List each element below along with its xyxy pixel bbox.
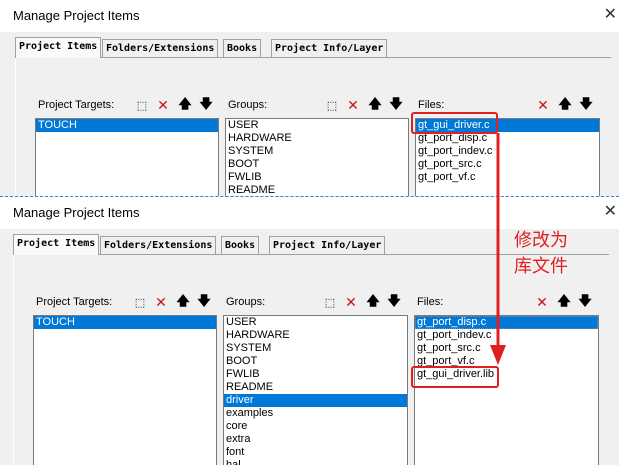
top-targets-header: Project Targets: ⬚ ✕ 🡅 🡇 [35, 95, 219, 117]
list-item[interactable]: core [224, 420, 407, 433]
bottom-targets-list[interactable]: TOUCH [33, 315, 217, 465]
list-item[interactable]: README [226, 184, 408, 196]
list-item[interactable]: SYSTEM [224, 342, 407, 355]
move-down-icon[interactable]: 🡇 [196, 96, 216, 115]
bottom-groups-list[interactable]: USER HARDWARE SYSTEM BOOT FWLIB README d… [223, 315, 408, 465]
new-icon[interactable]: ⬚ [130, 293, 150, 312]
top-dialog-title: Manage Project Items [13, 8, 140, 23]
list-item[interactable]: BOOT [226, 158, 408, 171]
top-title-bar: Manage Project Items ✕ [0, 0, 619, 32]
list-item[interactable]: font [224, 446, 407, 459]
delete-icon[interactable]: ✕ [341, 293, 361, 312]
bottom-targets-label: Project Targets: [36, 296, 113, 308]
list-item[interactable]: driver [224, 394, 407, 407]
delete-icon[interactable]: ✕ [153, 96, 173, 115]
list-item[interactable]: USER [226, 119, 408, 132]
move-down-icon[interactable]: 🡇 [384, 293, 404, 312]
new-icon[interactable]: ⬚ [320, 293, 340, 312]
move-down-icon[interactable]: 🡇 [575, 293, 595, 312]
move-down-icon[interactable]: 🡇 [386, 96, 406, 115]
bottom-title-bar: Manage Project Items ✕ [0, 197, 619, 229]
top-dialog: Manage Project Items ✕ Project Items Fol… [0, 0, 619, 197]
move-down-icon[interactable]: 🡇 [576, 96, 596, 115]
top-targets-label: Project Targets: [38, 99, 115, 111]
list-item[interactable]: hal [224, 459, 407, 465]
close-icon[interactable]: ✕ [604, 4, 617, 24]
bottom-groups-header: Groups: ⬚ ✕ 🡅 🡇 [223, 292, 408, 314]
move-up-icon[interactable]: 🡅 [554, 293, 574, 312]
annotation-text: 修改为 库文件 [514, 228, 568, 280]
tab-folders-extensions[interactable]: Folders/Extensions [100, 236, 217, 254]
highlight-box-old-file [411, 112, 498, 134]
red-arrow-icon [490, 133, 506, 365]
bottom-files-label: Files: [417, 296, 444, 308]
list-item[interactable]: extra [224, 433, 407, 446]
move-up-icon[interactable]: 🡅 [555, 96, 575, 115]
list-item[interactable]: HARDWARE [226, 132, 408, 145]
delete-icon[interactable]: ✕ [532, 293, 552, 312]
bottom-groups-label: Groups: [226, 296, 266, 308]
move-up-icon[interactable]: 🡅 [363, 293, 383, 312]
tab-project-items[interactable]: Project Items [15, 37, 102, 58]
new-icon[interactable]: ⬚ [322, 96, 342, 115]
list-item[interactable]: SYSTEM [226, 145, 408, 158]
move-up-icon[interactable]: 🡅 [365, 96, 385, 115]
tab-project-info-layer[interactable]: Project Info/Layer [271, 39, 388, 57]
top-targets-list[interactable]: TOUCH [35, 118, 219, 196]
close-icon[interactable]: ✕ [604, 201, 617, 221]
tab-books[interactable]: Books [221, 236, 260, 254]
delete-icon[interactable]: ✕ [151, 293, 171, 312]
list-item[interactable]: HARDWARE [224, 329, 407, 342]
move-up-icon[interactable]: 🡅 [173, 293, 193, 312]
tab-folders-extensions[interactable]: Folders/Extensions [102, 39, 219, 57]
annotation-line-1: 修改为 [514, 230, 568, 251]
list-item[interactable]: BOOT [224, 355, 407, 368]
highlight-box-new-file [411, 366, 499, 388]
list-item[interactable]: examples [224, 407, 407, 420]
list-item[interactable]: FWLIB [224, 368, 407, 381]
bottom-dialog-title: Manage Project Items [13, 205, 140, 220]
list-item[interactable]: FWLIB [226, 171, 408, 184]
delete-icon[interactable]: ✕ [343, 96, 363, 115]
tab-books[interactable]: Books [223, 39, 262, 57]
top-groups-label: Groups: [228, 99, 268, 111]
list-item[interactable]: TOUCH [36, 119, 218, 132]
move-up-icon[interactable]: 🡅 [175, 96, 195, 115]
tab-project-items[interactable]: Project Items [13, 234, 100, 255]
annotation-line-2: 库文件 [514, 256, 568, 277]
list-item[interactable]: README [224, 381, 407, 394]
delete-icon[interactable]: ✕ [533, 96, 553, 115]
move-down-icon[interactable]: 🡇 [194, 293, 214, 312]
bottom-targets-header: Project Targets: ⬚ ✕ 🡅 🡇 [33, 292, 217, 314]
top-groups-list[interactable]: USER HARDWARE SYSTEM BOOT FWLIB README [225, 118, 409, 196]
list-item[interactable]: TOUCH [34, 316, 216, 329]
new-icon[interactable]: ⬚ [132, 96, 152, 115]
top-groups-header: Groups: ⬚ ✕ 🡅 🡇 [225, 95, 409, 117]
tab-project-info-layer[interactable]: Project Info/Layer [269, 236, 386, 254]
top-files-label: Files: [418, 99, 445, 111]
list-item[interactable]: USER [224, 316, 407, 329]
